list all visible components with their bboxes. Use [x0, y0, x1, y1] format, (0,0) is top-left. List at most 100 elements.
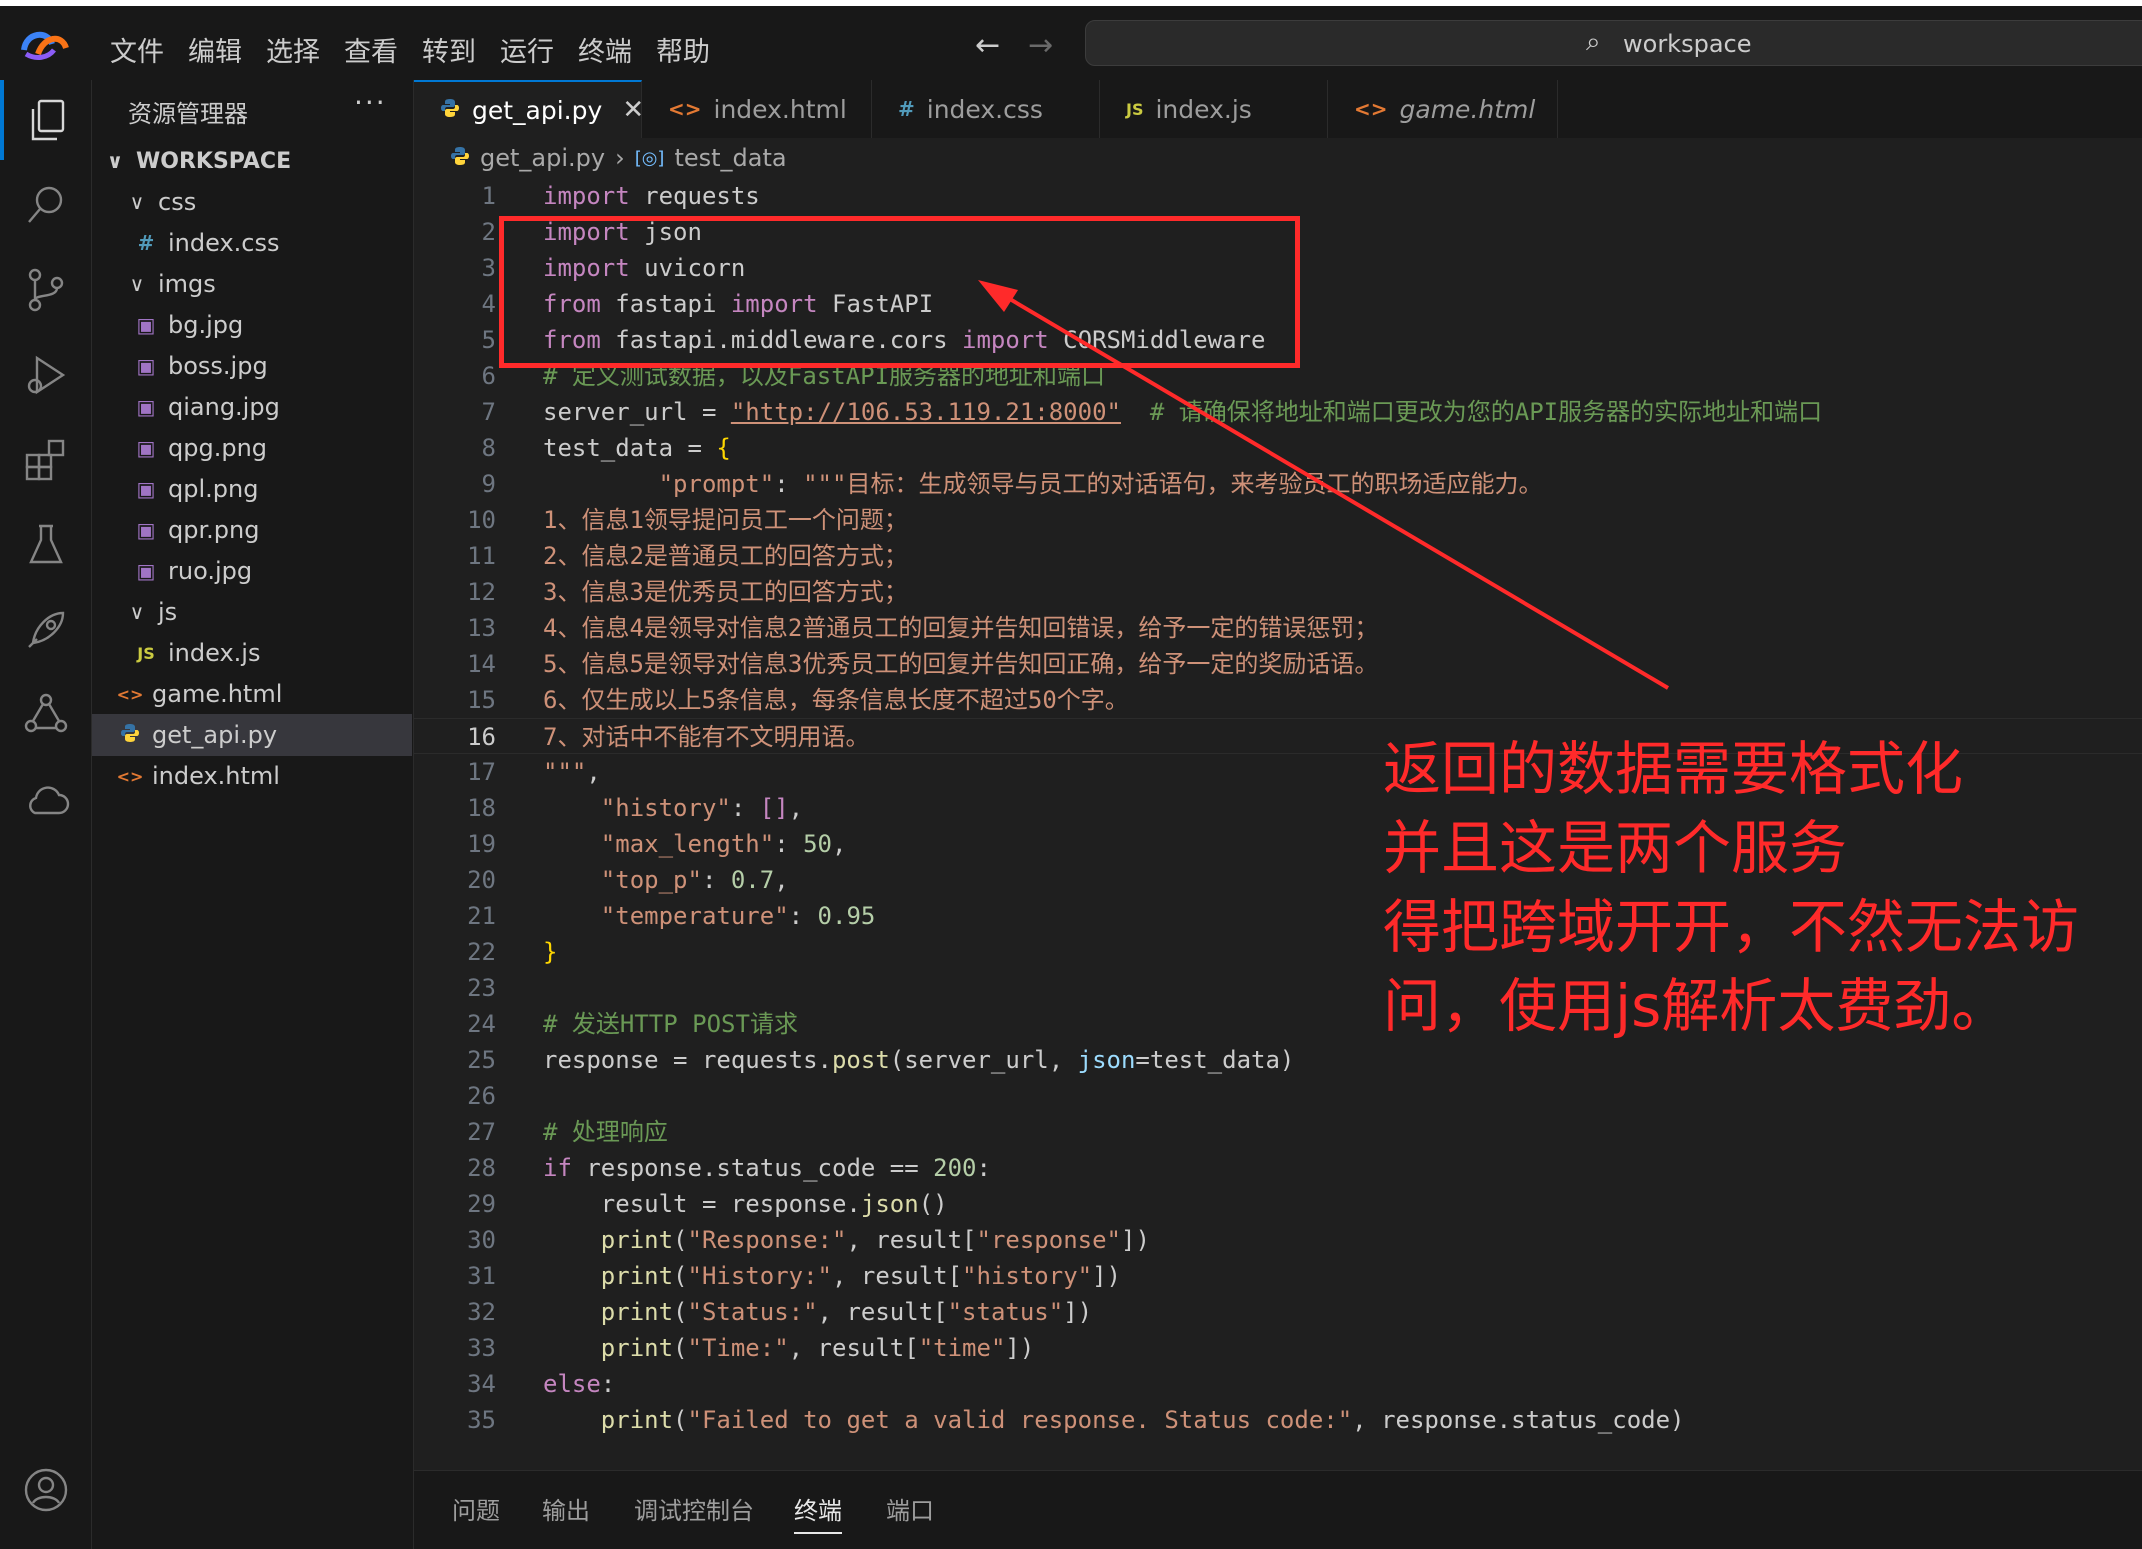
tree-file-get-api-py[interactable]: get_api.py: [92, 714, 412, 756]
menu-go[interactable]: 转到: [410, 22, 488, 77]
tab-index-html[interactable]: <> index.html: [642, 80, 872, 138]
panel-tab-ports[interactable]: 端口: [886, 1491, 934, 1526]
breadcrumb-symbol[interactable]: test_data: [674, 144, 786, 172]
tree-folder-imgs[interactable]: ∨ imgs: [92, 263, 412, 305]
tab-index-css[interactable]: # index.css: [872, 80, 1100, 138]
tree-file-index-html[interactable]: <> index.html: [92, 755, 412, 797]
app-logo-icon: [21, 32, 69, 60]
line-number: 13: [467, 614, 496, 642]
activity-bar: [0, 80, 92, 1549]
tab-get-api-py[interactable]: get_api.py ✕: [414, 80, 644, 138]
tree-file-qiang-jpg[interactable]: ▣ qiang.jpg: [92, 386, 412, 428]
menu-file[interactable]: 文件: [98, 22, 176, 77]
testing-activity[interactable]: [0, 505, 92, 585]
html-file-icon: <>: [116, 766, 144, 786]
run-debug-activity[interactable]: [0, 335, 92, 415]
tree-file-qpl-png[interactable]: ▣ qpl.png: [92, 468, 412, 510]
source-control-activity[interactable]: [0, 250, 92, 330]
code-line: 31 print("History:", result["history"]): [414, 1258, 2142, 1294]
image-file-icon: ▣: [136, 395, 156, 419]
tree-file-boss-jpg[interactable]: ▣ boss.jpg: [92, 345, 412, 387]
forward-arrow-icon[interactable]: →: [1028, 28, 1053, 63]
chevron-down-icon: ∨: [129, 600, 145, 624]
menu-selection[interactable]: 选择: [254, 22, 332, 77]
command-center-search[interactable]: ⌕ workspace: [1085, 20, 2142, 66]
explorer-activity[interactable]: [0, 80, 92, 160]
tab-index-js[interactable]: JS index.js: [1100, 80, 1328, 138]
editor-tabs: get_api.py ✕ <> index.html # index.css J…: [414, 80, 2142, 138]
nav-arrows: ← →: [975, 28, 1081, 63]
tab-label: index.css: [926, 94, 1043, 124]
tab-game-html[interactable]: <> game.html: [1328, 80, 1558, 138]
code-line: 34 else:: [414, 1366, 2142, 1402]
accounts-activity[interactable]: [0, 1450, 92, 1530]
line-number: 30: [467, 1226, 496, 1254]
line-number: 9: [481, 470, 496, 498]
line-number: 20: [467, 866, 496, 894]
line-number: 29: [467, 1190, 496, 1218]
code-line: 9 "prompt": """目标：生成领导与员工的对话语句，来考验员工的职场适…: [414, 466, 2142, 502]
tree-file-bg-jpg[interactable]: ▣ bg.jpg: [92, 304, 412, 346]
tab-label: index.html: [713, 94, 847, 124]
workspace-root[interactable]: ∨ WORKSPACE: [92, 140, 412, 182]
breadcrumb-file[interactable]: get_api.py: [480, 144, 605, 172]
more-actions-icon[interactable]: ···: [354, 86, 387, 119]
live-share-activity[interactable]: [0, 675, 92, 755]
line-number: 18: [467, 794, 496, 822]
code-line: 14 5、信息5是领导对信息3优秀员工的回复并告知回正确，给予一定的奖励话语。: [414, 646, 2142, 682]
prompt-string: """目标：生成领导与员工的对话语句，来考验员工的职场适应能力。: [803, 470, 1543, 498]
tab-label: index.js: [1155, 94, 1252, 124]
line-number: 34: [467, 1370, 496, 1398]
panel-tab-output[interactable]: 输出: [542, 1491, 590, 1526]
tree-item-label: index.js: [168, 639, 261, 667]
tree-item-label: index.html: [152, 762, 280, 790]
css-file-icon: #: [898, 97, 915, 121]
tree-item-label: game.html: [152, 680, 283, 708]
back-arrow-icon[interactable]: ←: [975, 28, 1000, 63]
code-comment: # 处理响应: [543, 1118, 668, 1146]
menu-view[interactable]: 查看: [332, 22, 410, 77]
chevron-down-icon: ∨: [129, 190, 145, 214]
chevron-right-icon: ›: [615, 144, 625, 172]
server-url-string: "http://106.53.119.21:8000": [730, 398, 1121, 426]
breadcrumb: get_api.py › [◎] test_data: [450, 144, 787, 172]
tree-folder-css[interactable]: ∨ css: [92, 181, 412, 223]
tree-item-label: qpr.png: [168, 516, 260, 544]
line-number: 10: [467, 506, 496, 534]
annotation-line: 问，使用js解析太费劲。: [1383, 972, 2010, 1040]
code-line: 13 4、信息4是领导对信息2普通员工的回复并告知回错误，给予一定的错误惩罚；: [414, 610, 2142, 646]
tree-file-game-html[interactable]: <> game.html: [92, 673, 412, 715]
remote-activity[interactable]: [0, 590, 92, 670]
menu-help[interactable]: 帮助: [644, 22, 722, 77]
line-number: 17: [467, 758, 496, 786]
line-number: 6: [481, 362, 496, 390]
panel-tab-terminal[interactable]: 终端: [794, 1491, 842, 1534]
failed-message-string: "Failed to get a valid response. Status …: [687, 1406, 1353, 1434]
tree-item-label: qpl.png: [168, 475, 259, 503]
rocket-icon: [28, 611, 65, 648]
variable-icon: [◎]: [634, 147, 665, 169]
panel-tab-problems[interactable]: 问题: [452, 1491, 500, 1526]
extensions-activity[interactable]: [0, 420, 92, 500]
tree-folder-js[interactable]: ∨ js: [92, 591, 412, 633]
menu-terminal[interactable]: 终端: [566, 22, 644, 77]
search-text: workspace: [1623, 30, 1752, 58]
menu-edit[interactable]: 编辑: [176, 22, 254, 77]
cloud-activity[interactable]: [0, 760, 92, 840]
tree-file-ruo-jpg[interactable]: ▣ ruo.jpg: [92, 550, 412, 592]
line-number: 28: [467, 1154, 496, 1182]
search-activity[interactable]: [0, 165, 92, 245]
tree-item-label: imgs: [158, 270, 216, 298]
menu-run[interactable]: 运行: [488, 22, 566, 77]
line-number: 4: [481, 290, 496, 318]
tree-file-index-css[interactable]: # index.css: [92, 222, 412, 264]
tree-file-qpg-png[interactable]: ▣ qpg.png: [92, 427, 412, 469]
line-number: 23: [467, 974, 496, 1002]
image-file-icon: ▣: [136, 354, 156, 378]
panel-tab-debug-console[interactable]: 调试控制台: [634, 1491, 754, 1526]
close-icon[interactable]: ✕: [622, 95, 644, 125]
flask-icon: [29, 524, 63, 564]
tree-file-qpr-png[interactable]: ▣ qpr.png: [92, 509, 412, 551]
tree-file-index-js[interactable]: JS index.js: [92, 632, 412, 674]
line-number: 27: [467, 1118, 496, 1146]
